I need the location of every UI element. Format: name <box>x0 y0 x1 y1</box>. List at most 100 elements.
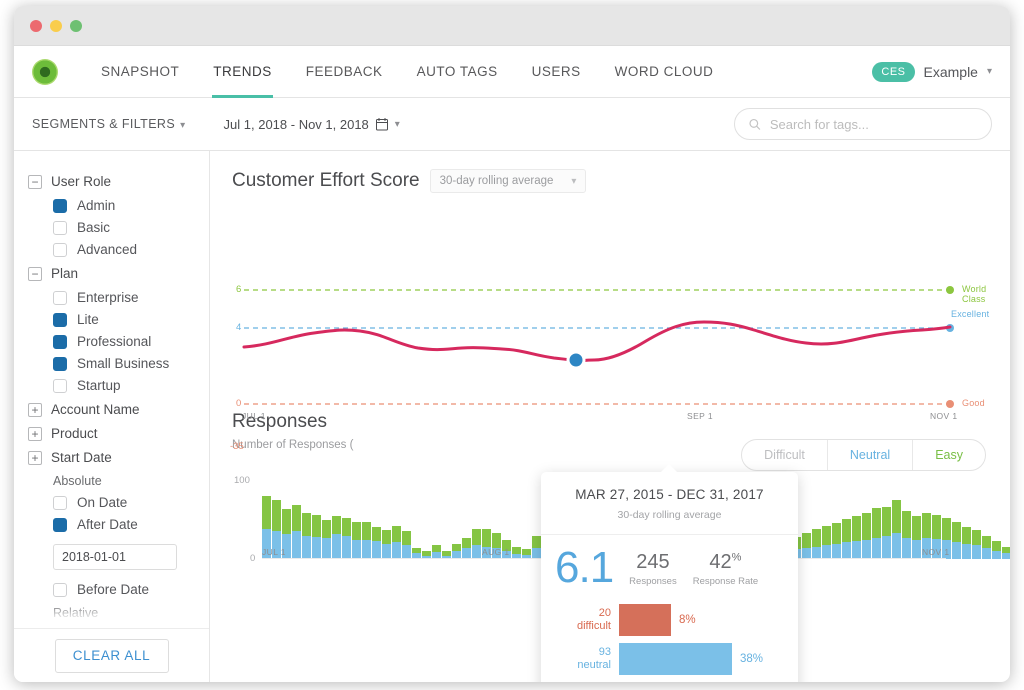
bar-segment-easy <box>992 541 1001 551</box>
date-range-picker[interactable]: Jul 1, 2018 - Nov 1, 2018 ▾ <box>224 117 400 132</box>
bar[interactable] <box>322 520 331 559</box>
bar[interactable] <box>302 513 311 559</box>
checkbox[interactable] <box>53 334 67 349</box>
bar-segment-easy <box>802 532 811 548</box>
filter-option-professional[interactable]: Professional <box>53 334 209 349</box>
checkbox[interactable] <box>53 290 67 305</box>
bar[interactable] <box>402 531 411 559</box>
rolling-average-select[interactable]: 30-day rolling average ▾ <box>429 169 587 193</box>
count: 20 <box>598 606 611 619</box>
bar[interactable] <box>472 528 481 559</box>
bar[interactable] <box>972 530 981 559</box>
filter-group-account-name[interactable]: + Account Name <box>28 402 209 417</box>
expand-icon[interactable]: + <box>28 450 42 465</box>
filter-option-lite[interactable]: Lite <box>53 312 209 327</box>
expand-icon[interactable]: + <box>28 402 42 417</box>
filter-option-enterprise[interactable]: Enterprise <box>53 290 209 305</box>
tab-auto-tags[interactable]: AUTO TAGS <box>400 46 515 97</box>
checkbox[interactable] <box>53 517 67 532</box>
checkbox[interactable] <box>53 312 67 327</box>
bar-segment-easy <box>962 527 971 544</box>
account-menu[interactable]: CES Example ▾ <box>872 61 992 82</box>
tab-word-cloud[interactable]: WORD CLOUD <box>598 46 731 97</box>
checkbox[interactable] <box>53 495 67 510</box>
bar[interactable] <box>952 522 961 559</box>
bar[interactable] <box>462 538 471 559</box>
filter-option-advanced[interactable]: Advanced <box>53 242 209 257</box>
bar[interactable] <box>882 506 891 559</box>
tab-snapshot[interactable]: SNAPSHOT <box>84 46 196 97</box>
search-input[interactable] <box>769 116 977 132</box>
filter-option-small-business[interactable]: Small Business <box>53 356 209 371</box>
bar[interactable] <box>802 532 811 559</box>
checkbox[interactable] <box>53 220 67 235</box>
bar-segment-easy <box>892 499 901 533</box>
filter-option-on-date[interactable]: On Date <box>53 495 209 510</box>
bar[interactable] <box>432 545 441 559</box>
bar-segment-neutral <box>312 536 321 559</box>
bar-segment-easy <box>302 513 311 537</box>
collapse-icon[interactable]: − <box>28 174 42 189</box>
bar[interactable] <box>292 505 301 559</box>
name: neutral <box>577 658 611 671</box>
bar[interactable] <box>822 525 831 559</box>
filter-option-basic[interactable]: Basic <box>53 220 209 235</box>
bar[interactable] <box>962 527 971 559</box>
search-tags-box[interactable] <box>734 108 992 140</box>
tab-users[interactable]: USERS <box>515 46 598 97</box>
checkbox[interactable] <box>53 198 67 213</box>
segment-button-neutral[interactable]: Neutral <box>828 440 914 470</box>
checkbox[interactable] <box>53 242 67 257</box>
clear-all-button[interactable]: CLEAR ALL <box>54 638 169 673</box>
rolling-average-value: 30-day rolling average <box>439 175 554 187</box>
bar[interactable] <box>342 517 351 559</box>
maximize-window-button[interactable] <box>70 19 82 32</box>
tooltip-responses: 245 Responses <box>629 547 677 587</box>
collapse-icon[interactable]: − <box>28 266 42 281</box>
checkbox[interactable] <box>53 378 67 393</box>
bar[interactable] <box>892 499 901 559</box>
bar[interactable] <box>382 530 391 559</box>
bar[interactable] <box>912 516 921 559</box>
bar-segment-neutral <box>342 535 351 559</box>
expand-icon[interactable]: + <box>28 426 42 441</box>
bar[interactable] <box>452 543 461 559</box>
tab-feedback[interactable]: FEEDBACK <box>289 46 400 97</box>
bar[interactable] <box>992 541 1001 559</box>
bar[interactable] <box>902 510 911 559</box>
bar[interactable] <box>312 514 321 559</box>
option-label: Admin <box>77 198 116 213</box>
bar[interactable] <box>982 535 991 559</box>
bar[interactable] <box>852 516 861 559</box>
bar[interactable] <box>812 528 821 559</box>
after-date-input[interactable] <box>53 544 177 570</box>
bar[interactable] <box>1002 546 1010 559</box>
filter-group-product[interactable]: + Product <box>28 426 209 441</box>
bar[interactable] <box>392 525 401 559</box>
bar[interactable] <box>362 522 371 559</box>
tab-trends[interactable]: TRENDS <box>196 46 289 98</box>
bar[interactable] <box>532 535 541 559</box>
filter-group-start-date[interactable]: + Start Date <box>28 450 209 465</box>
close-window-button[interactable] <box>30 19 42 32</box>
filter-group-plan[interactable]: − Plan <box>28 266 209 281</box>
bar[interactable] <box>332 516 341 559</box>
segment-button-easy[interactable]: Easy <box>913 440 985 470</box>
filter-group-user-role[interactable]: − User Role <box>28 174 209 189</box>
bar[interactable] <box>352 521 361 559</box>
minimize-window-button[interactable] <box>50 19 62 32</box>
filter-option-after-date[interactable]: After Date <box>53 517 209 532</box>
bar[interactable] <box>832 523 841 559</box>
filter-option-startup[interactable]: Startup <box>53 378 209 393</box>
bar[interactable] <box>862 513 871 559</box>
checkbox[interactable] <box>53 582 67 597</box>
bar-segment-neutral <box>472 545 481 559</box>
bar[interactable] <box>372 527 381 559</box>
filter-option-admin[interactable]: Admin <box>53 198 209 213</box>
checkbox[interactable] <box>53 356 67 371</box>
bar[interactable] <box>842 518 851 559</box>
filter-option-before-date[interactable]: Before Date <box>53 582 209 597</box>
segments-filters-dropdown[interactable]: SEGMENTS & FILTERS ▾ <box>32 117 186 131</box>
bar[interactable] <box>872 507 881 559</box>
segment-button-difficult[interactable]: Difficult <box>742 440 828 470</box>
